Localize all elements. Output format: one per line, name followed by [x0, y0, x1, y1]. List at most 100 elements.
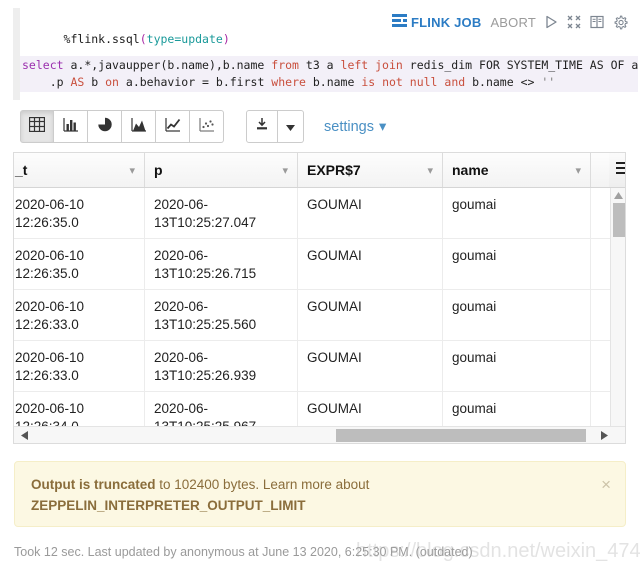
- column-header-label: EXPR$7: [307, 162, 361, 178]
- sql-kw-from: from: [271, 58, 306, 72]
- sql-kw-on: on: [105, 75, 126, 89]
- caret-down-icon: [286, 118, 295, 136]
- sql-from-table: t3 a: [305, 58, 341, 72]
- visualization-toolbar: settings ▾: [20, 110, 386, 143]
- cell-name: goumai: [443, 341, 591, 391]
- sql-join-cond: a.behavior = b.first: [125, 75, 272, 89]
- column-header-p[interactable]: p ▾: [145, 153, 298, 187]
- directive-open-paren: (: [139, 32, 147, 46]
- vertical-scroll-thumb[interactable]: [613, 203, 625, 237]
- sql-kw-select: select: [22, 58, 71, 72]
- download-group: [246, 110, 304, 143]
- close-icon[interactable]: ×: [601, 476, 611, 493]
- table-header-row: _t ▾ p ▾ EXPR$7 ▾ name ▾: [14, 153, 625, 188]
- cell-p: 2020-06- 13T10:25:25.560: [145, 290, 298, 340]
- cell-expr7: GOUMAI: [298, 341, 443, 391]
- column-header-name[interactable]: name ▾: [443, 153, 591, 187]
- column-header-t[interactable]: _t ▾: [14, 153, 145, 187]
- warning-bold-tail: ZEPPELIN_INTERPRETER_OUTPUT_LIMIT: [31, 498, 306, 513]
- bar-chart-button[interactable]: [54, 110, 88, 143]
- cell-t: 2020-06-10 12:26:35.0: [14, 188, 145, 238]
- cell-expr7: GOUMAI: [298, 188, 443, 238]
- flink-job-label: FLINK JOB: [411, 14, 482, 30]
- output-truncated-warning: Output is truncated to 102400 bytes. Lea…: [14, 461, 626, 527]
- table-row[interactable]: 2020-06-10 12:26:35.0 2020-06- 13T10:25:…: [14, 188, 625, 239]
- scroll-up-arrow-icon[interactable]: [611, 188, 625, 202]
- scroll-left-arrow-icon[interactable]: [16, 427, 32, 443]
- sql-where-col2: b.name: [472, 75, 521, 89]
- sql-kw-isnotnull: is not null: [361, 75, 445, 89]
- sql-kw-where: where: [271, 75, 313, 89]
- settings-toggle[interactable]: settings ▾: [324, 119, 386, 135]
- flink-job-link[interactable]: FLINK JOB: [392, 14, 481, 30]
- sql-operator-neq: <>: [520, 75, 542, 89]
- column-header-spacer: [591, 153, 609, 187]
- play-icon[interactable]: [545, 15, 558, 29]
- abort-button[interactable]: ABORT: [490, 15, 536, 30]
- chevron-down-icon[interactable]: ▾: [575, 164, 581, 177]
- cell-t: 2020-06-10 12:26:33.0: [14, 341, 145, 391]
- chevron-down-icon[interactable]: ▾: [129, 164, 135, 177]
- column-header-label: _t: [15, 162, 28, 178]
- cell-expr7: GOUMAI: [298, 239, 443, 289]
- horizontal-scroll-thumb[interactable]: [336, 429, 586, 442]
- cell-expr7: GOUMAI: [298, 290, 443, 340]
- table-view-button[interactable]: [20, 110, 54, 143]
- result-table[interactable]: _t ▾ p ▾ EXPR$7 ▾ name ▾ 2020-06-10 12:2…: [13, 152, 626, 444]
- download-button[interactable]: [246, 110, 278, 143]
- book-icon[interactable]: [590, 15, 604, 29]
- table-row[interactable]: 2020-06-10 12:26:35.0 2020-06- 13T10:25:…: [14, 239, 625, 290]
- hamburger-menu-icon: [615, 161, 625, 179]
- collapse-icon[interactable]: [567, 15, 581, 29]
- cell-name: goumai: [443, 239, 591, 289]
- warning-learn-more-link[interactable]: Learn more about: [263, 477, 370, 492]
- sql-join-table: redis_dim: [409, 58, 480, 72]
- sql-where-col: b.name: [312, 75, 362, 89]
- column-header-expr7[interactable]: EXPR$7 ▾: [298, 153, 443, 187]
- chevron-down-icon[interactable]: ▾: [427, 164, 433, 177]
- pie-chart-button[interactable]: [88, 110, 122, 143]
- cell-p: 2020-06- 13T10:25:26.939: [145, 341, 298, 391]
- sql-temporal-clause: FOR SYSTEM_TIME AS OF: [479, 58, 632, 72]
- cell-name: goumai: [443, 188, 591, 238]
- chevron-down-icon[interactable]: ▾: [282, 164, 288, 177]
- zeppelin-paragraph: %flink.ssql(type=update) select a.*,java…: [0, 0, 640, 569]
- scroll-right-arrow-icon[interactable]: [596, 427, 612, 443]
- table-icon: [28, 116, 46, 137]
- editor-gutter: [13, 8, 20, 100]
- warning-mid-text: to 102400 bytes.: [155, 477, 263, 492]
- area-chart-icon: [130, 117, 147, 137]
- paragraph-toolbar: FLINK JOB ABORT: [392, 14, 628, 30]
- sql-select-list: a.*,javaupper(b.name),b.name: [70, 58, 272, 72]
- cell-t: 2020-06-10 12:26:33.0: [14, 290, 145, 340]
- warning-bold-lead: Output is truncated: [31, 477, 156, 492]
- directive-param: type=update: [146, 32, 223, 46]
- cell-p: 2020-06- 13T10:25:27.047: [145, 188, 298, 238]
- table-menu-button[interactable]: [609, 153, 625, 187]
- line-chart-icon: [164, 117, 181, 137]
- scatter-chart-button[interactable]: [190, 110, 224, 143]
- gear-icon[interactable]: [613, 15, 628, 30]
- table-row[interactable]: 2020-06-10 12:26:33.0 2020-06- 13T10:25:…: [14, 341, 625, 392]
- table-vertical-scrollbar[interactable]: [610, 188, 625, 443]
- table-body[interactable]: 2020-06-10 12:26:35.0 2020-06- 13T10:25:…: [14, 188, 625, 443]
- bar-chart-icon: [62, 117, 79, 137]
- download-dropdown-button[interactable]: [278, 110, 304, 143]
- line-chart-button[interactable]: [156, 110, 190, 143]
- sql-statement: select a.*,javaupper(b.name),b.name from…: [20, 56, 638, 92]
- table-horizontal-scrollbar[interactable]: [14, 426, 625, 443]
- pie-chart-icon: [97, 117, 113, 137]
- cell-p: 2020-06- 13T10:25:26.715: [145, 239, 298, 289]
- paragraph-status: Took 12 sec. Last updated by anonymous a…: [14, 545, 473, 559]
- scatter-chart-icon: [198, 117, 215, 137]
- table-row[interactable]: 2020-06-10 12:26:33.0 2020-06- 13T10:25:…: [14, 290, 625, 341]
- flink-job-list-icon: [392, 14, 408, 30]
- sql-empty-string: '': [541, 75, 556, 89]
- column-header-label: p: [154, 162, 163, 178]
- interpreter-directive: %flink.ssql: [63, 32, 140, 46]
- sql-kw-and: and: [444, 75, 473, 89]
- warning-message: Output is truncated to 102400 bytes. Lea…: [31, 474, 551, 516]
- area-chart-button[interactable]: [122, 110, 156, 143]
- cell-t: 2020-06-10 12:26:35.0: [14, 239, 145, 289]
- settings-label: settings: [324, 118, 374, 135]
